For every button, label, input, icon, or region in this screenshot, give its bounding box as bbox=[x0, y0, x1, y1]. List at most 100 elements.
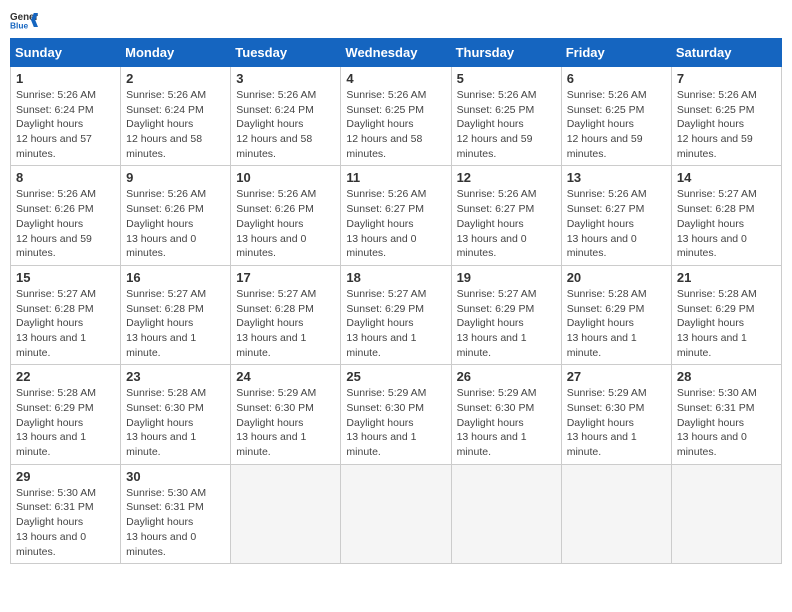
day-info: Sunrise: 5:30 AM Sunset: 6:31 PM Dayligh… bbox=[16, 486, 115, 559]
logo: General Blue bbox=[10, 10, 38, 30]
day-number: 7 bbox=[677, 71, 776, 86]
day-cell: 20 Sunrise: 5:28 AM Sunset: 6:29 PM Dayl… bbox=[561, 265, 671, 364]
header-cell-thursday: Thursday bbox=[451, 39, 561, 67]
day-number: 18 bbox=[346, 270, 445, 285]
day-cell: 10 Sunrise: 5:26 AM Sunset: 6:26 PM Dayl… bbox=[231, 166, 341, 265]
day-info: Sunrise: 5:29 AM Sunset: 6:30 PM Dayligh… bbox=[346, 386, 445, 459]
week-row-2: 15 Sunrise: 5:27 AM Sunset: 6:28 PM Dayl… bbox=[11, 265, 782, 364]
logo-icon: General Blue bbox=[10, 10, 38, 30]
day-number: 3 bbox=[236, 71, 335, 86]
header-cell-friday: Friday bbox=[561, 39, 671, 67]
day-cell: 19 Sunrise: 5:27 AM Sunset: 6:29 PM Dayl… bbox=[451, 265, 561, 364]
day-cell: 12 Sunrise: 5:26 AM Sunset: 6:27 PM Dayl… bbox=[451, 166, 561, 265]
day-info: Sunrise: 5:27 AM Sunset: 6:28 PM Dayligh… bbox=[677, 187, 776, 260]
day-number: 14 bbox=[677, 170, 776, 185]
day-number: 1 bbox=[16, 71, 115, 86]
day-number: 9 bbox=[126, 170, 225, 185]
day-cell: 28 Sunrise: 5:30 AM Sunset: 6:31 PM Dayl… bbox=[671, 365, 781, 464]
day-cell: 26 Sunrise: 5:29 AM Sunset: 6:30 PM Dayl… bbox=[451, 365, 561, 464]
day-cell bbox=[451, 464, 561, 563]
day-cell: 21 Sunrise: 5:28 AM Sunset: 6:29 PM Dayl… bbox=[671, 265, 781, 364]
day-info: Sunrise: 5:26 AM Sunset: 6:24 PM Dayligh… bbox=[16, 88, 115, 161]
day-number: 27 bbox=[567, 369, 666, 384]
day-number: 2 bbox=[126, 71, 225, 86]
day-cell bbox=[341, 464, 451, 563]
day-info: Sunrise: 5:26 AM Sunset: 6:27 PM Dayligh… bbox=[567, 187, 666, 260]
day-cell: 24 Sunrise: 5:29 AM Sunset: 6:30 PM Dayl… bbox=[231, 365, 341, 464]
day-info: Sunrise: 5:30 AM Sunset: 6:31 PM Dayligh… bbox=[677, 386, 776, 459]
day-number: 28 bbox=[677, 369, 776, 384]
day-info: Sunrise: 5:26 AM Sunset: 6:26 PM Dayligh… bbox=[126, 187, 225, 260]
day-number: 26 bbox=[457, 369, 556, 384]
day-cell: 9 Sunrise: 5:26 AM Sunset: 6:26 PM Dayli… bbox=[121, 166, 231, 265]
day-number: 4 bbox=[346, 71, 445, 86]
header-cell-saturday: Saturday bbox=[671, 39, 781, 67]
day-cell: 6 Sunrise: 5:26 AM Sunset: 6:25 PM Dayli… bbox=[561, 67, 671, 166]
day-cell: 1 Sunrise: 5:26 AM Sunset: 6:24 PM Dayli… bbox=[11, 67, 121, 166]
day-number: 25 bbox=[346, 369, 445, 384]
day-cell: 2 Sunrise: 5:26 AM Sunset: 6:24 PM Dayli… bbox=[121, 67, 231, 166]
week-row-3: 22 Sunrise: 5:28 AM Sunset: 6:29 PM Dayl… bbox=[11, 365, 782, 464]
day-info: Sunrise: 5:28 AM Sunset: 6:29 PM Dayligh… bbox=[677, 287, 776, 360]
day-info: Sunrise: 5:29 AM Sunset: 6:30 PM Dayligh… bbox=[567, 386, 666, 459]
day-info: Sunrise: 5:27 AM Sunset: 6:28 PM Dayligh… bbox=[16, 287, 115, 360]
calendar-body: 1 Sunrise: 5:26 AM Sunset: 6:24 PM Dayli… bbox=[11, 67, 782, 564]
day-info: Sunrise: 5:26 AM Sunset: 6:25 PM Dayligh… bbox=[457, 88, 556, 161]
day-cell: 8 Sunrise: 5:26 AM Sunset: 6:26 PM Dayli… bbox=[11, 166, 121, 265]
day-number: 20 bbox=[567, 270, 666, 285]
day-info: Sunrise: 5:26 AM Sunset: 6:27 PM Dayligh… bbox=[346, 187, 445, 260]
day-info: Sunrise: 5:26 AM Sunset: 6:25 PM Dayligh… bbox=[567, 88, 666, 161]
day-info: Sunrise: 5:28 AM Sunset: 6:29 PM Dayligh… bbox=[16, 386, 115, 459]
svg-text:Blue: Blue bbox=[10, 20, 28, 30]
header-cell-wednesday: Wednesday bbox=[341, 39, 451, 67]
day-info: Sunrise: 5:28 AM Sunset: 6:30 PM Dayligh… bbox=[126, 386, 225, 459]
week-row-4: 29 Sunrise: 5:30 AM Sunset: 6:31 PM Dayl… bbox=[11, 464, 782, 563]
day-cell: 22 Sunrise: 5:28 AM Sunset: 6:29 PM Dayl… bbox=[11, 365, 121, 464]
day-info: Sunrise: 5:26 AM Sunset: 6:24 PM Dayligh… bbox=[126, 88, 225, 161]
day-info: Sunrise: 5:27 AM Sunset: 6:29 PM Dayligh… bbox=[457, 287, 556, 360]
day-number: 15 bbox=[16, 270, 115, 285]
day-info: Sunrise: 5:26 AM Sunset: 6:26 PM Dayligh… bbox=[236, 187, 335, 260]
day-cell: 27 Sunrise: 5:29 AM Sunset: 6:30 PM Dayl… bbox=[561, 365, 671, 464]
header-cell-tuesday: Tuesday bbox=[231, 39, 341, 67]
day-info: Sunrise: 5:27 AM Sunset: 6:29 PM Dayligh… bbox=[346, 287, 445, 360]
day-number: 22 bbox=[16, 369, 115, 384]
day-cell: 25 Sunrise: 5:29 AM Sunset: 6:30 PM Dayl… bbox=[341, 365, 451, 464]
day-number: 30 bbox=[126, 469, 225, 484]
day-number: 10 bbox=[236, 170, 335, 185]
day-info: Sunrise: 5:30 AM Sunset: 6:31 PM Dayligh… bbox=[126, 486, 225, 559]
day-cell: 14 Sunrise: 5:27 AM Sunset: 6:28 PM Dayl… bbox=[671, 166, 781, 265]
day-info: Sunrise: 5:28 AM Sunset: 6:29 PM Dayligh… bbox=[567, 287, 666, 360]
day-number: 17 bbox=[236, 270, 335, 285]
calendar-table: SundayMondayTuesdayWednesdayThursdayFrid… bbox=[10, 38, 782, 564]
week-row-1: 8 Sunrise: 5:26 AM Sunset: 6:26 PM Dayli… bbox=[11, 166, 782, 265]
day-cell: 13 Sunrise: 5:26 AM Sunset: 6:27 PM Dayl… bbox=[561, 166, 671, 265]
day-cell: 3 Sunrise: 5:26 AM Sunset: 6:24 PM Dayli… bbox=[231, 67, 341, 166]
day-cell: 7 Sunrise: 5:26 AM Sunset: 6:25 PM Dayli… bbox=[671, 67, 781, 166]
day-cell: 30 Sunrise: 5:30 AM Sunset: 6:31 PM Dayl… bbox=[121, 464, 231, 563]
day-info: Sunrise: 5:26 AM Sunset: 6:26 PM Dayligh… bbox=[16, 187, 115, 260]
header-cell-monday: Monday bbox=[121, 39, 231, 67]
day-number: 13 bbox=[567, 170, 666, 185]
day-cell: 16 Sunrise: 5:27 AM Sunset: 6:28 PM Dayl… bbox=[121, 265, 231, 364]
header: General Blue bbox=[10, 10, 782, 30]
day-cell: 17 Sunrise: 5:27 AM Sunset: 6:28 PM Dayl… bbox=[231, 265, 341, 364]
day-number: 21 bbox=[677, 270, 776, 285]
day-info: Sunrise: 5:27 AM Sunset: 6:28 PM Dayligh… bbox=[126, 287, 225, 360]
day-cell: 23 Sunrise: 5:28 AM Sunset: 6:30 PM Dayl… bbox=[121, 365, 231, 464]
day-number: 29 bbox=[16, 469, 115, 484]
day-cell: 11 Sunrise: 5:26 AM Sunset: 6:27 PM Dayl… bbox=[341, 166, 451, 265]
day-number: 8 bbox=[16, 170, 115, 185]
day-info: Sunrise: 5:29 AM Sunset: 6:30 PM Dayligh… bbox=[457, 386, 556, 459]
day-info: Sunrise: 5:26 AM Sunset: 6:25 PM Dayligh… bbox=[677, 88, 776, 161]
calendar-header-row: SundayMondayTuesdayWednesdayThursdayFrid… bbox=[11, 39, 782, 67]
day-cell bbox=[561, 464, 671, 563]
day-cell: 18 Sunrise: 5:27 AM Sunset: 6:29 PM Dayl… bbox=[341, 265, 451, 364]
day-number: 5 bbox=[457, 71, 556, 86]
day-info: Sunrise: 5:27 AM Sunset: 6:28 PM Dayligh… bbox=[236, 287, 335, 360]
day-number: 12 bbox=[457, 170, 556, 185]
day-number: 11 bbox=[346, 170, 445, 185]
day-number: 19 bbox=[457, 270, 556, 285]
day-cell bbox=[671, 464, 781, 563]
week-row-0: 1 Sunrise: 5:26 AM Sunset: 6:24 PM Dayli… bbox=[11, 67, 782, 166]
